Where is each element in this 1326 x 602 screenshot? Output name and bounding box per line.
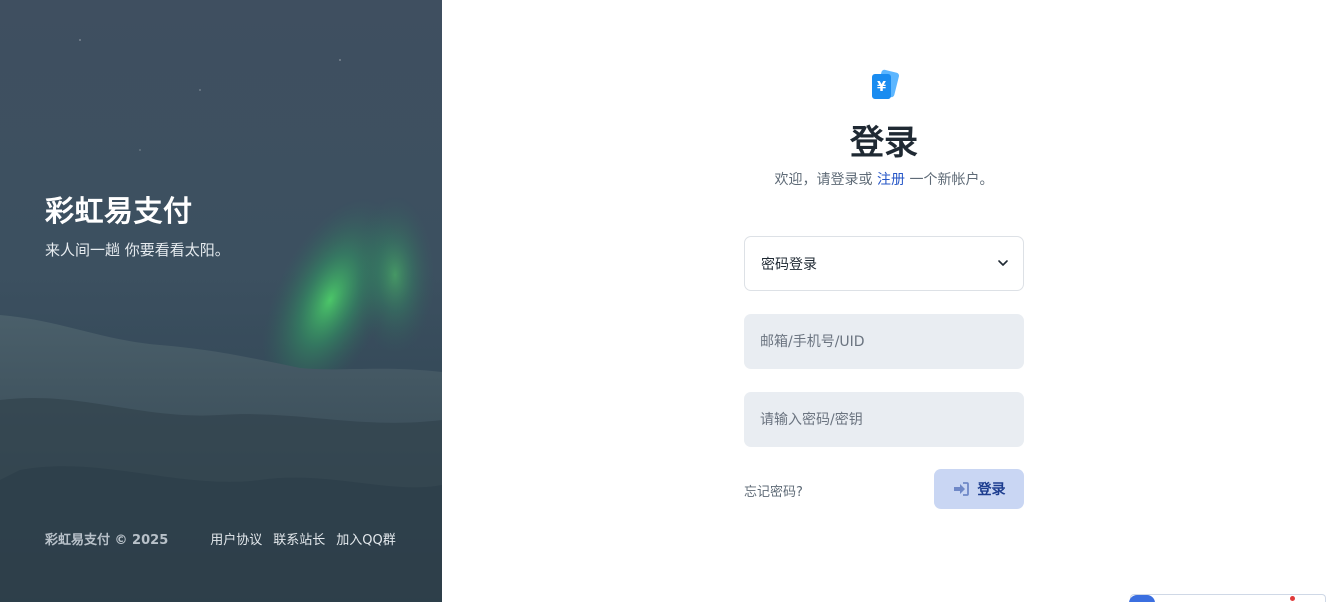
subtitle-suffix: 一个新帐户。: [905, 172, 994, 188]
site-title: 彩虹易支付: [45, 194, 193, 228]
account-input[interactable]: [744, 314, 1024, 369]
join-qq-group-link[interactable]: 加入QQ群: [336, 529, 395, 548]
hero-footer: 彩虹易支付 © 2025 用户协议 联系站长 加入QQ群: [45, 529, 425, 548]
user-agreement-link[interactable]: 用户协议: [210, 529, 262, 548]
hero-panel: 彩虹易支付 来人间一趟 你要看看太阳。 彩虹易支付 © 2025 用户协议 联系…: [0, 0, 442, 602]
login-subtitle: 欢迎，请登录或 注册 一个新帐户。: [704, 169, 1064, 189]
subtitle-prefix: 欢迎，请登录或: [774, 172, 877, 188]
copyright-text: 彩虹易支付 © 2025: [45, 533, 169, 548]
floating-widget[interactable]: [1129, 594, 1326, 602]
notification-dot-icon: [1290, 596, 1295, 601]
register-link[interactable]: 注册: [877, 172, 905, 188]
page-title: 登录: [850, 123, 918, 163]
chevron-down-icon: [998, 260, 1008, 266]
widget-avatar-icon: [1129, 595, 1155, 602]
footer-links: 用户协议 联系站长 加入QQ群: [210, 529, 396, 548]
login-method-value: 密码登录: [761, 256, 817, 273]
contact-admin-link[interactable]: 联系站长: [273, 529, 325, 548]
login-method-select[interactable]: 密码登录: [744, 236, 1024, 291]
aurora-mountain-background: [0, 39, 442, 602]
login-button-label: 登录: [977, 482, 1006, 498]
sign-in-icon: [953, 482, 969, 496]
login-button[interactable]: 登录: [934, 469, 1024, 509]
forgot-password-link[interactable]: 忘记密码?: [744, 481, 803, 500]
password-input[interactable]: [744, 392, 1024, 447]
yuan-wallet-icon: ¥: [872, 69, 899, 99]
site-slogan: 来人间一趟 你要看看太阳。: [45, 241, 230, 259]
svg-text:¥: ¥: [877, 80, 886, 95]
